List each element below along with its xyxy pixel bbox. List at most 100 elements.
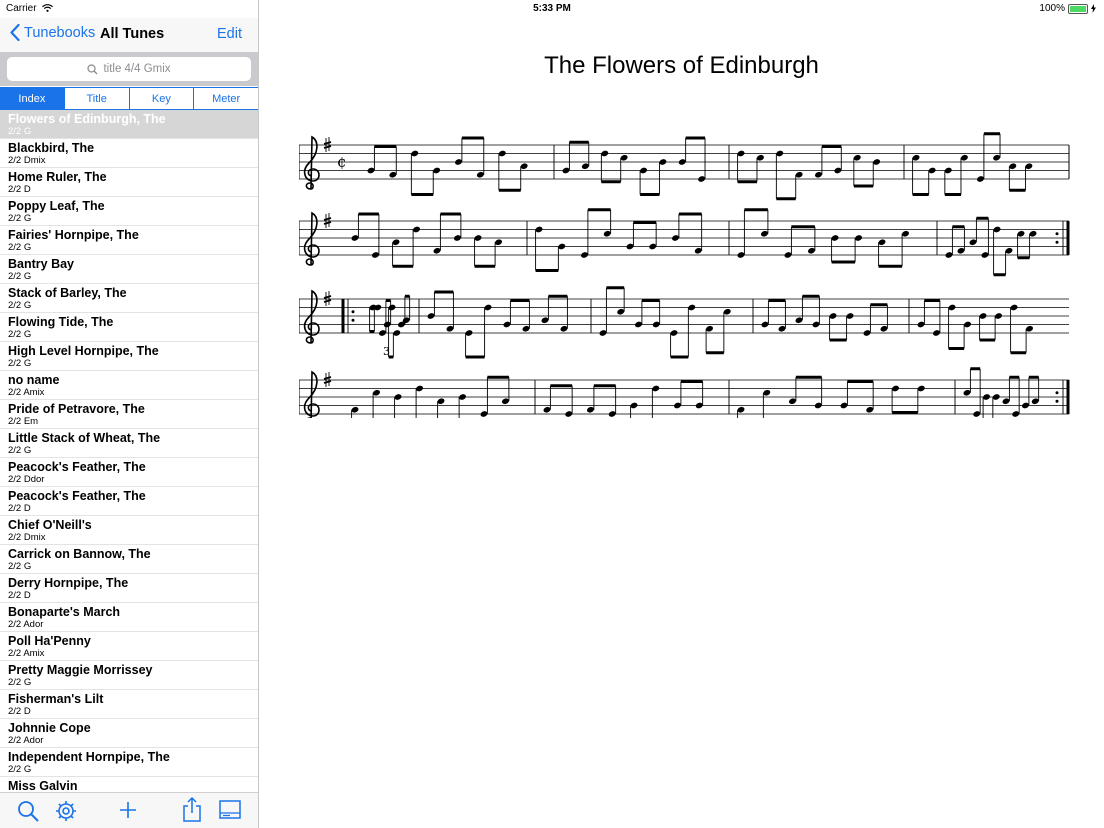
tune-list-item[interactable]: Poppy Leaf, The 2/2 G <box>0 197 258 226</box>
tune-name: no name <box>8 373 60 387</box>
tune-list-item[interactable]: Home Ruler, The 2/2 D <box>0 168 258 197</box>
tune-meter-key: 2/2 G <box>8 213 32 224</box>
tune-meter-key: 2/2 Ador <box>8 735 44 746</box>
cut-time-icon: ¢ <box>337 153 347 171</box>
tune-list-item[interactable]: Peacock's Feather, The 2/2 D <box>0 487 258 516</box>
tune-name: Chief O'Neill's <box>8 518 92 532</box>
share-icon[interactable] <box>181 797 203 823</box>
tune-list-item[interactable]: Pretty Maggie Morrissey 2/2 G <box>0 661 258 690</box>
segment-key[interactable]: Key <box>130 88 195 109</box>
tune-list-item[interactable]: Stack of Barley, The 2/2 G <box>0 284 258 313</box>
tune-meter-key: 2/2 Em <box>8 416 39 427</box>
tune-name: Miss Galvin <box>8 779 78 793</box>
tune-title: The Flowers of Edinburgh <box>544 52 819 79</box>
tune-list-item[interactable]: Pride of Petravore, The 2/2 Em <box>0 400 258 429</box>
tune-name: Johnnie Cope <box>8 721 91 735</box>
tune-meter-key: 2/2 D <box>8 590 31 601</box>
tune-list-item[interactable]: Carrick on Bannow, The 2/2 G <box>0 545 258 574</box>
tune-meter-key: 2/2 G <box>8 329 32 340</box>
sharp-icon <box>323 137 332 152</box>
tune-list: Flowers of Edinburgh, The 2/2 G Blackbird,… <box>0 110 258 793</box>
tune-list-item[interactable]: Independent Hornpipe, The 2/2 G <box>0 748 258 777</box>
gear-icon[interactable] <box>54 799 78 823</box>
tune-list-item[interactable]: Miss Galvin <box>0 777 258 793</box>
sheet-music: ¢ 3 3 <box>299 132 1070 418</box>
tune-list-item[interactable]: Derry Hornpipe, The 2/2 D <box>0 574 258 603</box>
tune-meter-key: 2/2 G <box>8 300 32 311</box>
tune-meter-key: 2/2 Amix <box>8 387 45 398</box>
tune-meter-key: 2/2 G <box>8 358 32 369</box>
tune-meter-key: 2/2 Dmix <box>8 155 46 166</box>
search-icon[interactable] <box>16 799 40 823</box>
tune-list-item[interactable]: Flowers of Edinburgh, The 2/2 G <box>0 110 258 139</box>
tune-name: High Level Hornpipe, The <box>8 344 159 358</box>
tune-meter-key: 2/2 G <box>8 271 32 282</box>
tune-meter-key: 2/2 G <box>8 126 32 137</box>
tune-meter-key: 2/2 D <box>8 706 31 717</box>
tune-name: Fairies' Hornpipe, The <box>8 228 139 242</box>
tune-list-item[interactable]: Bantry Bay 2/2 G <box>0 255 258 284</box>
tune-meter-key: 2/2 G <box>8 561 32 572</box>
tune-name: Poppy Leaf, The <box>8 199 105 213</box>
tune-list-item[interactable]: Little Stack of Wheat, The 2/2 G <box>0 429 258 458</box>
tune-name: Poll Ha'Penny <box>8 634 91 648</box>
tune-list-item[interactable]: Peacock's Feather, The 2/2 Ddor <box>0 458 258 487</box>
tune-list-item[interactable]: Chief O'Neill's 2/2 Dmix <box>0 516 258 545</box>
tune-list-sidebar: Tunebooks All Tunes Edit title 4/4 Gmix … <box>0 0 259 828</box>
status-bar: Carrier 5:33 PM 100% <box>0 0 1104 18</box>
tune-name: Bonaparte's March <box>8 605 121 619</box>
tune-meter-key: 2/2 Dmix <box>8 532 46 543</box>
charging-icon <box>1091 4 1096 13</box>
edit-button[interactable]: Edit <box>217 26 242 42</box>
tune-name: Fisherman's Lilt <box>8 692 104 706</box>
status-time: 5:33 PM <box>533 3 571 14</box>
tune-list-item[interactable]: Bonaparte's March 2/2 Ador <box>0 603 258 632</box>
chevron-left-icon <box>10 24 20 41</box>
tune-name: Flowers of Edinburgh, The <box>8 112 166 126</box>
sharp-icon <box>323 213 332 228</box>
back-button[interactable]: Tunebooks <box>10 24 95 41</box>
tune-name: Home Ruler, The <box>8 170 107 184</box>
tune-name: Flowing Tide, The <box>8 315 114 329</box>
tune-meter-key: 2/2 D <box>8 184 31 195</box>
segment-meter[interactable]: Meter <box>194 88 258 109</box>
tune-list-item[interactable]: no name 2/2 Amix <box>0 371 258 400</box>
segment-title[interactable]: Title <box>65 88 130 109</box>
battery-indicator: 100% <box>1039 3 1096 14</box>
staff-system <box>299 208 1070 277</box>
tune-list-item[interactable]: Johnnie Cope 2/2 Ador <box>0 719 258 748</box>
tune-name: Peacock's Feather, The <box>8 489 146 503</box>
tune-list-item[interactable]: Flowing Tide, The 2/2 G <box>0 313 258 342</box>
search-input[interactable]: title 4/4 Gmix <box>7 57 251 81</box>
tune-list-item[interactable]: Fairies' Hornpipe, The 2/2 G <box>0 226 258 255</box>
navigation-bar: Tunebooks All Tunes Edit <box>0 18 258 52</box>
plus-icon[interactable] <box>117 799 139 821</box>
tune-meter-key: 2/2 G <box>8 764 32 775</box>
tune-meter-key: 2/2 Ador <box>8 619 44 630</box>
sharp-icon <box>323 291 332 306</box>
search-placeholder: title 4/4 Gmix <box>103 63 171 75</box>
tune-name: Blackbird, The <box>8 141 95 155</box>
treble-clef-icon <box>303 370 320 418</box>
tune-meter-key: 2/2 Amix <box>8 648 45 659</box>
segment-index[interactable]: Index <box>0 88 65 109</box>
tune-name: Derry Hornpipe, The <box>8 576 129 590</box>
back-button-label: Tunebooks <box>24 24 96 41</box>
tune-meter-key: 2/2 G <box>8 677 32 688</box>
tune-name: Bantry Bay <box>8 257 74 271</box>
tune-name: Independent Hornpipe, The <box>8 750 170 764</box>
tune-name: Pride of Petravore, The <box>8 402 145 416</box>
tune-list-item[interactable]: High Level Hornpipe, The 2/2 G <box>0 342 258 371</box>
tune-detail-pane: The Flowers of Edinburgh ¢ 3 3 <box>259 18 1104 828</box>
tune-list-item[interactable]: Poll Ha'Penny 2/2 Amix <box>0 632 258 661</box>
tune-name: Stack of Barley, The <box>8 286 127 300</box>
tune-name: Little Stack of Wheat, The <box>8 431 161 445</box>
bottom-toolbar <box>0 792 258 828</box>
sharp-icon <box>323 372 332 387</box>
magnifier-icon <box>87 63 98 74</box>
display-icon[interactable] <box>218 798 242 822</box>
tune-meter-key: 2/2 D <box>8 503 31 514</box>
tune-list-item[interactable]: Blackbird, The 2/2 Dmix <box>0 139 258 168</box>
tune-meter-key: 2/2 G <box>8 445 32 456</box>
tune-list-item[interactable]: Fisherman's Lilt 2/2 D <box>0 690 258 719</box>
